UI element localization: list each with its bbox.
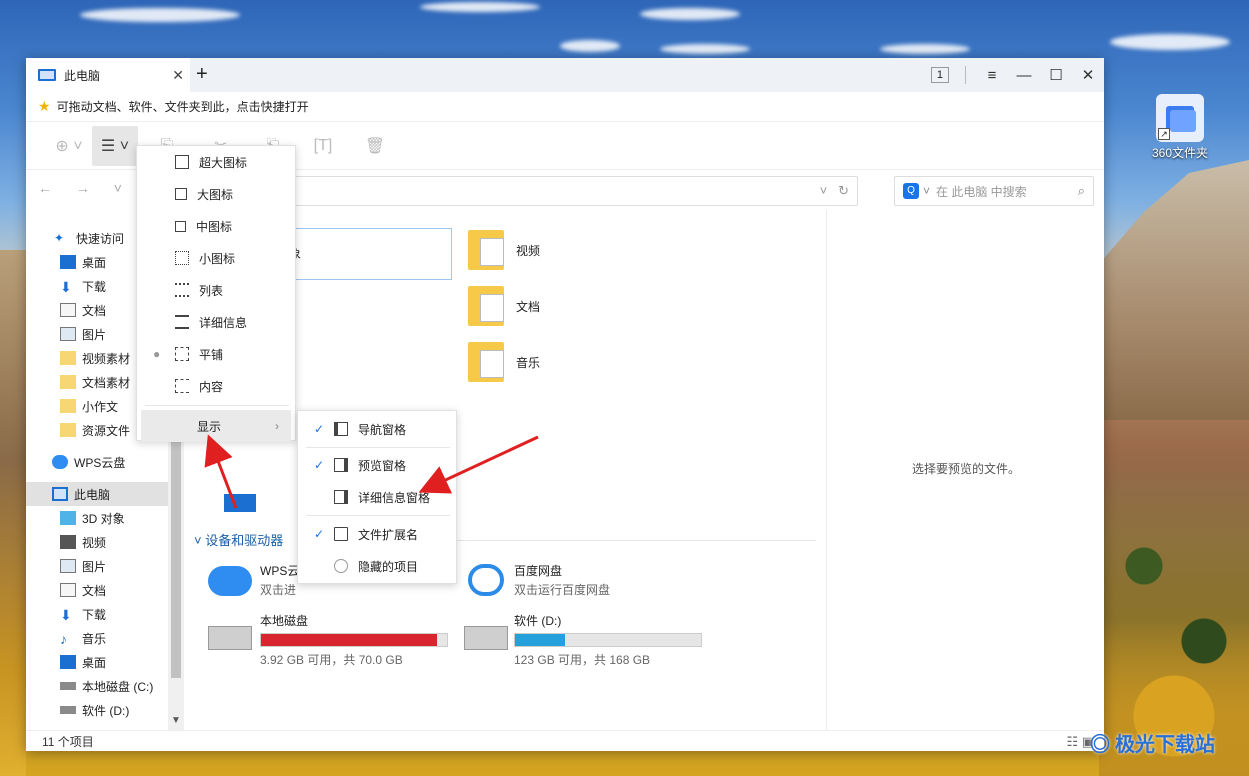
annotation-arrow-to-details-pane [418, 435, 539, 494]
annotation-arrow-to-show [204, 434, 238, 509]
annotation-arrows [204, 434, 539, 509]
watermark-logo: ◎ 极光下载站 [1090, 734, 1215, 756]
